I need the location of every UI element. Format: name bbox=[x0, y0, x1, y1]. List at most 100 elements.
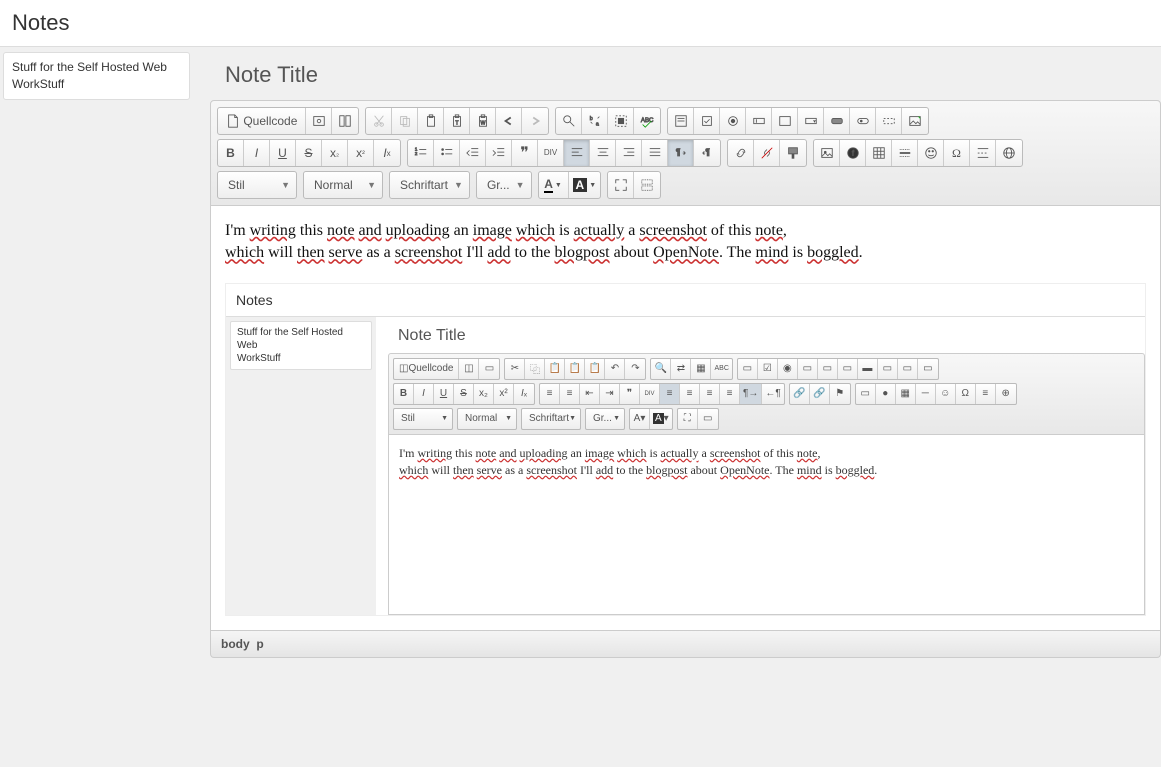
cut-button[interactable] bbox=[366, 108, 392, 134]
spellcheck-button[interactable]: ABC bbox=[634, 108, 660, 134]
size-dropdown[interactable]: Gr...▼ bbox=[476, 171, 532, 199]
nested-ltr-icon: ¶→ bbox=[740, 384, 762, 404]
hr-button[interactable] bbox=[892, 140, 918, 166]
bg-color-button[interactable]: A▼ bbox=[569, 172, 601, 198]
nested-textcolor-icon: A▾ bbox=[630, 409, 650, 429]
text-color-button[interactable]: A▼ bbox=[539, 172, 569, 198]
nested-sup-icon: x² bbox=[494, 384, 514, 404]
nested-smile-icon: ☺ bbox=[936, 384, 956, 404]
paste-button[interactable] bbox=[418, 108, 444, 134]
nested-unlink-icon: 🔗 bbox=[810, 384, 830, 404]
status-path-body[interactable]: body bbox=[221, 637, 250, 651]
outdent-button[interactable] bbox=[460, 140, 486, 166]
bullet-list-button[interactable] bbox=[434, 140, 460, 166]
rtl-button[interactable]: ¶ bbox=[694, 140, 720, 166]
preview-button[interactable] bbox=[306, 108, 332, 134]
nested-source-button: ◫ Quellcode bbox=[394, 359, 459, 379]
find-button[interactable] bbox=[556, 108, 582, 134]
nested-redo-icon: ↷ bbox=[625, 359, 645, 379]
toolbar-row-1: Quellcode T W ba ABC bbox=[217, 107, 1154, 135]
textfield-button[interactable] bbox=[746, 108, 772, 134]
link-button[interactable] bbox=[728, 140, 754, 166]
image-insert-button[interactable] bbox=[814, 140, 840, 166]
textarea-button[interactable] bbox=[772, 108, 798, 134]
italic-button[interactable]: I bbox=[244, 140, 270, 166]
align-left-button[interactable] bbox=[564, 140, 590, 166]
svg-text:b: b bbox=[590, 116, 593, 122]
nested-style-dropdown: Stil▼ bbox=[393, 408, 453, 430]
removeformat-button[interactable]: Ix bbox=[374, 140, 400, 166]
iframe-button[interactable] bbox=[996, 140, 1022, 166]
nested-area-icon: ▭ bbox=[818, 359, 838, 379]
undo-button[interactable] bbox=[496, 108, 522, 134]
svg-text:¶: ¶ bbox=[705, 147, 710, 157]
form-button[interactable] bbox=[668, 108, 694, 134]
paste-text-button[interactable]: T bbox=[444, 108, 470, 134]
hidden-button[interactable] bbox=[876, 108, 902, 134]
nested-check-icon: ☑ bbox=[758, 359, 778, 379]
anchor-button[interactable] bbox=[780, 140, 806, 166]
nested-copy-icon: ⿻ bbox=[525, 359, 545, 379]
image-button[interactable] bbox=[902, 108, 928, 134]
underline-button[interactable]: U bbox=[270, 140, 296, 166]
nested-preview-icon: ◫ bbox=[459, 359, 479, 379]
button-button[interactable] bbox=[824, 108, 850, 134]
smiley-button[interactable] bbox=[918, 140, 944, 166]
nested-select-icon: ▭ bbox=[838, 359, 858, 379]
nested-sidebar-item: Stuff for the Self Hosted Web WorkStuff bbox=[230, 321, 372, 370]
format-dropdown[interactable]: Normal▼ bbox=[303, 171, 383, 199]
table-button[interactable] bbox=[866, 140, 892, 166]
paste-word-button[interactable]: W bbox=[470, 108, 496, 134]
align-justify-button[interactable] bbox=[642, 140, 668, 166]
selectall-button[interactable] bbox=[608, 108, 634, 134]
div-button[interactable]: DIV bbox=[538, 140, 564, 166]
redo-button[interactable] bbox=[522, 108, 548, 134]
showblocks-button[interactable] bbox=[634, 172, 660, 198]
subscript-button[interactable]: x₂ bbox=[322, 140, 348, 166]
image-button-icon[interactable] bbox=[850, 108, 876, 134]
nested-hr-icon: ─ bbox=[916, 384, 936, 404]
unlink-button[interactable] bbox=[754, 140, 780, 166]
nested-selectall-icon: ▦ bbox=[691, 359, 711, 379]
paragraph: I'm writing this note and uploading an i… bbox=[225, 220, 1146, 265]
nested-spell-icon: ABC bbox=[711, 359, 731, 379]
ltr-button[interactable]: ¶ bbox=[668, 140, 694, 166]
svg-text:W: W bbox=[480, 121, 485, 127]
copy-button[interactable] bbox=[392, 108, 418, 134]
flash-button[interactable]: f bbox=[840, 140, 866, 166]
replace-button[interactable]: ba bbox=[582, 108, 608, 134]
superscript-button[interactable]: x² bbox=[348, 140, 374, 166]
source-button[interactable]: Quellcode bbox=[218, 108, 306, 134]
nested-iframe-icon: ⊕ bbox=[996, 384, 1016, 404]
blockquote-button[interactable]: ❞ bbox=[512, 140, 538, 166]
nested-outdent-icon: ⇤ bbox=[580, 384, 600, 404]
pagebreak-button[interactable] bbox=[970, 140, 996, 166]
numbered-list-button[interactable]: 12 bbox=[408, 140, 434, 166]
nested-toolbar: ◫ Quellcode◫▭ ✂⿻📋📋📋↶↷ 🔍⇄▦ABC ▭☑◉▭▭▭▬▭▭▭ … bbox=[388, 353, 1145, 435]
templates-button[interactable] bbox=[332, 108, 358, 134]
align-center-button[interactable] bbox=[590, 140, 616, 166]
strike-button[interactable]: S bbox=[296, 140, 322, 166]
nested-italic-icon: I bbox=[414, 384, 434, 404]
sidebar: Stuff for the Self Hosted Web WorkStuff bbox=[0, 47, 190, 658]
bold-button[interactable]: B bbox=[218, 140, 244, 166]
select-button[interactable] bbox=[798, 108, 824, 134]
nested-templates-icon: ▭ bbox=[479, 359, 499, 379]
note-title[interactable]: Note Title bbox=[225, 62, 1161, 88]
font-dropdown[interactable]: Schriftart▼ bbox=[389, 171, 470, 199]
status-path-p[interactable]: p bbox=[256, 637, 263, 651]
nested-replace-icon: ⇄ bbox=[671, 359, 691, 379]
align-right-button[interactable] bbox=[616, 140, 642, 166]
nested-text-icon: ▭ bbox=[798, 359, 818, 379]
radio-button[interactable] bbox=[720, 108, 746, 134]
nested-table-icon: ▦ bbox=[896, 384, 916, 404]
maximize-button[interactable] bbox=[608, 172, 634, 198]
nested-flash-icon: ● bbox=[876, 384, 896, 404]
checkbox-button[interactable] bbox=[694, 108, 720, 134]
editor-content[interactable]: I'm writing this note and uploading an i… bbox=[210, 206, 1161, 631]
sidebar-item[interactable]: Stuff for the Self Hosted Web WorkStuff bbox=[3, 52, 190, 100]
svg-text:2: 2 bbox=[414, 151, 417, 156]
style-dropdown[interactable]: Stil▼ bbox=[217, 171, 297, 199]
indent-button[interactable] bbox=[486, 140, 512, 166]
specialchar-button[interactable]: Ω bbox=[944, 140, 970, 166]
